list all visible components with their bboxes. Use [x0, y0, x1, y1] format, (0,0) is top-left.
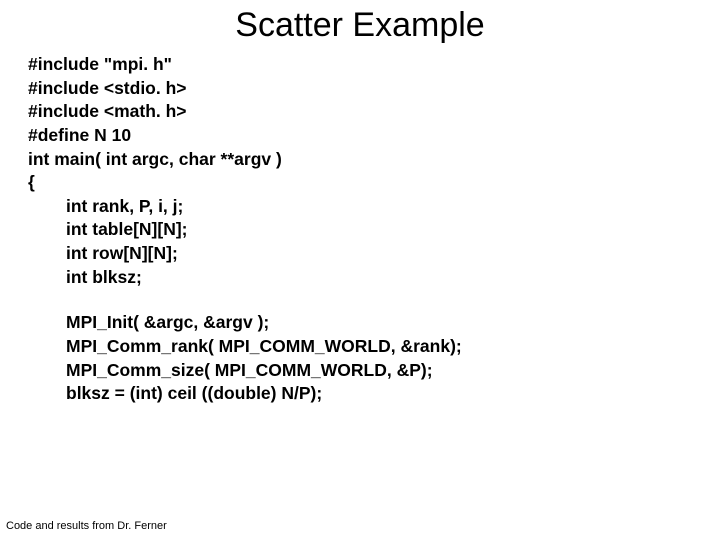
blank-line — [28, 289, 720, 311]
code-line: { — [28, 171, 720, 195]
code-line: int table[N][N]; — [28, 218, 720, 242]
slide-title: Scatter Example — [0, 0, 720, 53]
code-line: int main( int argc, char **argv ) — [28, 148, 720, 172]
code-line: #include <math. h> — [28, 100, 720, 124]
code-line: #include "mpi. h" — [28, 53, 720, 77]
code-line: #include <stdio. h> — [28, 77, 720, 101]
footnote: Code and results from Dr. Ferner — [6, 520, 167, 532]
code-line: MPI_Comm_rank( MPI_COMM_WORLD, &rank); — [28, 335, 720, 359]
code-line: MPI_Comm_size( MPI_COMM_WORLD, &P); — [28, 359, 720, 383]
code-block: #include "mpi. h" #include <stdio. h> #i… — [0, 53, 720, 406]
code-line: MPI_Init( &argc, &argv ); — [28, 311, 720, 335]
code-line: #define N 10 — [28, 124, 720, 148]
code-line: int rank, P, i, j; — [28, 195, 720, 219]
code-line: blksz = (int) ceil ((double) N/P); — [28, 382, 720, 406]
code-line: int row[N][N]; — [28, 242, 720, 266]
code-line: int blksz; — [28, 266, 720, 290]
